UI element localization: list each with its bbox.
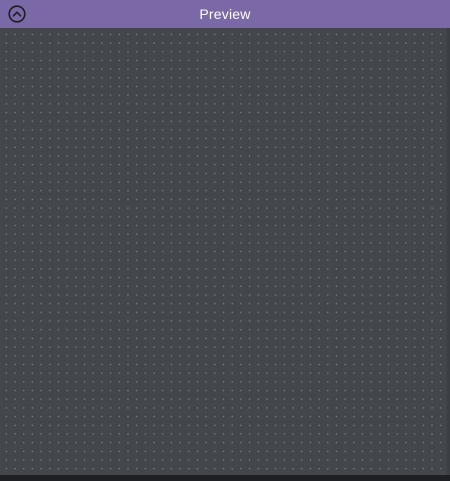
preview-canvas[interactable] bbox=[0, 28, 450, 475]
bottom-border bbox=[0, 475, 450, 481]
preview-panel: Preview bbox=[0, 0, 450, 481]
collapse-button[interactable] bbox=[8, 5, 26, 23]
panel-title: Preview bbox=[199, 6, 251, 22]
panel-header: Preview bbox=[0, 0, 450, 28]
chevron-up-circle-icon bbox=[8, 5, 26, 23]
